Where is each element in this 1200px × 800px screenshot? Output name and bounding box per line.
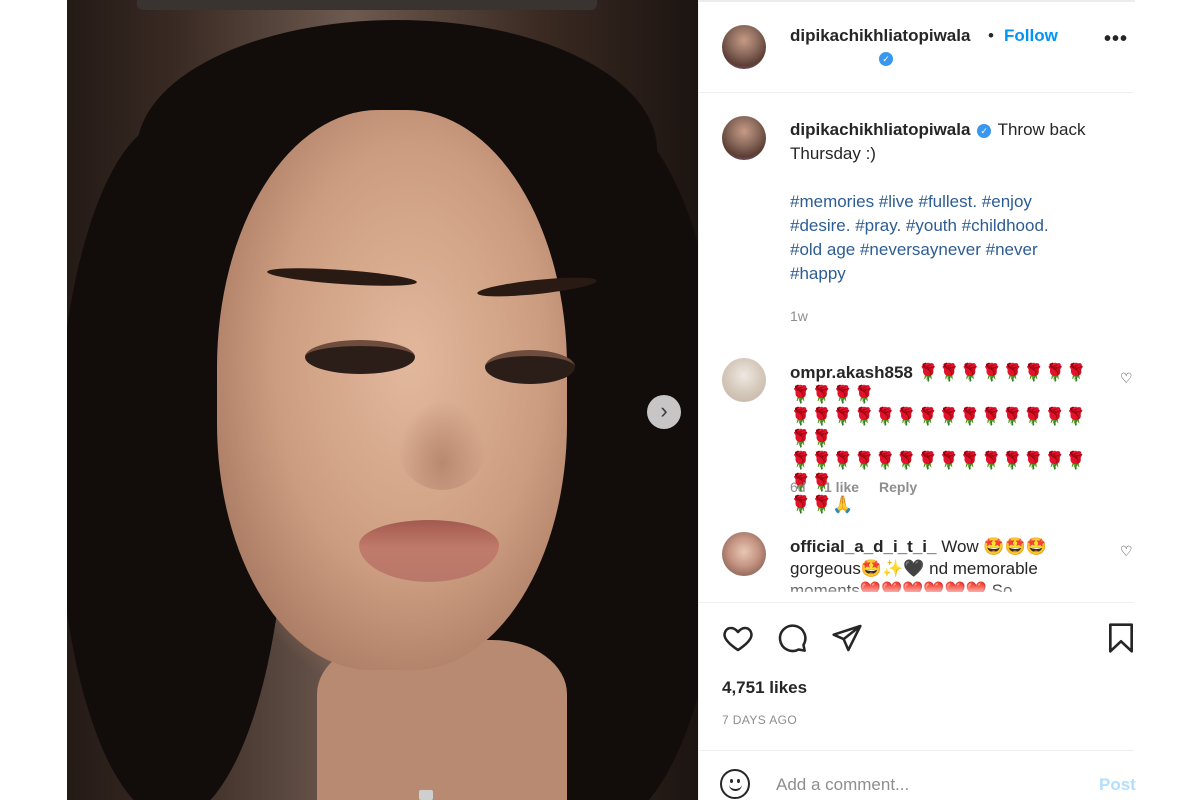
carousel-indicator <box>419 790 433 800</box>
comment-icon[interactable] <box>776 622 808 654</box>
more-options-icon[interactable]: ••• <box>1104 29 1128 49</box>
header-separator: • <box>988 26 994 45</box>
chevron-right-icon: › <box>660 398 668 423</box>
header-divider <box>698 92 1134 93</box>
photo-nose <box>397 400 487 490</box>
comment-text: Wow 🤩🤩🤩 <box>941 537 1047 556</box>
comment-username[interactable]: official_a_d_i_t_i_ <box>790 537 936 556</box>
owner-avatar[interactable] <box>722 25 766 69</box>
comment-like-icon[interactable]: ♡ <box>1120 370 1133 387</box>
post-comment-button[interactable]: Post <box>1099 775 1136 795</box>
commenter-avatar[interactable] <box>722 532 766 576</box>
caption-time[interactable]: 1w <box>790 308 808 324</box>
hashtag-line[interactable]: #memories #live #fullest. #enjoy <box>790 192 1032 211</box>
comment-text: 🌹🌹🙏 <box>790 495 854 514</box>
caption-hashtags: #memories #live #fullest. #enjoy #desire… <box>790 190 1120 286</box>
comment-time[interactable]: 6d <box>790 479 806 495</box>
comment-like-icon[interactable]: ♡ <box>1120 543 1133 560</box>
photo-top-strip <box>137 0 597 10</box>
next-photo-button[interactable]: › <box>647 395 681 429</box>
share-icon[interactable] <box>831 622 863 654</box>
hashtag-line[interactable]: #desire. #pray. #youth #childhood. <box>790 216 1049 235</box>
post-caption: dipikachikhliatopiwala ✓ Throw back Thur… <box>790 118 1120 166</box>
actions-divider <box>698 602 1134 603</box>
comment-likes[interactable]: 1 like <box>824 479 859 495</box>
comments-fade <box>700 584 1135 602</box>
verified-badge-icon: ✓ <box>977 124 992 138</box>
bookmark-icon[interactable] <box>1107 622 1135 654</box>
photo-face <box>217 110 567 670</box>
commenter-avatar[interactable] <box>722 358 766 402</box>
hashtag-line[interactable]: #old age #neversaynever #never <box>790 240 1038 259</box>
comment-text: 🌹🌹🌹🌹🌹🌹🌹🌹🌹🌹🌹🌹🌹🌹🌹🌹 <box>790 407 1087 448</box>
photo-eye <box>485 350 575 384</box>
hashtag-line[interactable]: #happy <box>790 264 846 283</box>
reply-button[interactable]: Reply <box>879 479 917 495</box>
post-photo[interactable] <box>67 0 698 800</box>
heart-icon[interactable] <box>721 622 755 654</box>
comment-username[interactable]: ompr.akash858 <box>790 363 913 382</box>
verified-badge-icon: ✓ <box>879 52 893 66</box>
follow-button[interactable]: Follow <box>1004 26 1058 46</box>
caption-avatar[interactable] <box>722 116 766 160</box>
post-date[interactable]: 7 DAYS AGO <box>722 713 797 727</box>
sidebar-top-border <box>698 0 1135 2</box>
comment-box-divider <box>698 750 1134 751</box>
add-comment-input[interactable]: Add a comment... <box>776 775 909 795</box>
comment-text: gorgeous🤩✨🖤 nd memorable <box>790 559 1038 578</box>
likes-count[interactable]: 4,751 likes <box>722 678 807 698</box>
owner-username[interactable]: dipikachikhliatopiwala <box>790 26 970 46</box>
smiley-icon[interactable] <box>720 769 750 799</box>
caption-username[interactable]: dipikachikhliatopiwala <box>790 120 970 139</box>
photo-eye <box>305 340 415 374</box>
